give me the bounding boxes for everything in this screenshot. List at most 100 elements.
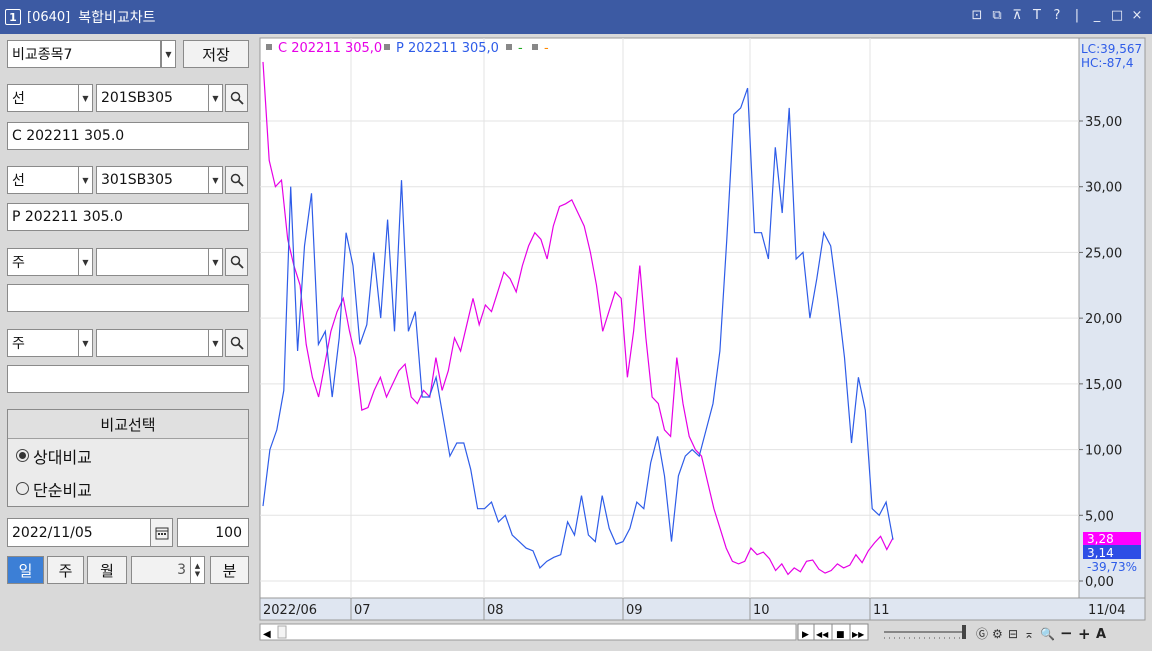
stepper-arrows-icon[interactable]: ▲ ▼ bbox=[190, 556, 205, 584]
row3-code-field[interactable] bbox=[96, 248, 209, 276]
search-icon[interactable] bbox=[225, 84, 248, 112]
row4-name-field[interactable] bbox=[7, 365, 249, 393]
y-tick-label: 10,00 bbox=[1085, 444, 1122, 459]
chevron-down-icon[interactable]: ▼ bbox=[208, 84, 223, 112]
date-field[interactable]: 2022/11/05 bbox=[7, 518, 151, 547]
period-week-button[interactable]: 주 bbox=[47, 556, 84, 584]
help-icon[interactable]: ? bbox=[1050, 8, 1064, 23]
chevron-down-icon[interactable]: ▼ bbox=[78, 84, 93, 112]
x-tick-label: 09 bbox=[626, 603, 643, 618]
legend-4-label: - bbox=[544, 41, 549, 56]
legend-3-label: - bbox=[518, 41, 523, 56]
radio-relative[interactable]: 상대비교 bbox=[8, 439, 248, 472]
x-tick-label: 08 bbox=[487, 603, 504, 618]
play-icon: ▶ bbox=[802, 630, 809, 640]
chevron-down-icon[interactable]: ▼ bbox=[208, 166, 223, 194]
row2-type-select[interactable]: 선 bbox=[7, 166, 79, 194]
c-last-value: 3,28 bbox=[1087, 532, 1114, 546]
zoom-icon[interactable]: 🔍 bbox=[1040, 626, 1055, 641]
zoom-in-icon[interactable]: + bbox=[1078, 625, 1091, 643]
calendar-icon[interactable] bbox=[150, 518, 173, 547]
y-tick-label: 30,00 bbox=[1085, 181, 1122, 196]
search-icon[interactable] bbox=[225, 329, 248, 357]
chart-svg[interactable]: 0,00 5,00 10,00 15,00 20,00 25,00 30,00 35,00 20… bbox=[256, 34, 1152, 651]
scroll-left-icon[interactable]: ◀ bbox=[263, 629, 271, 640]
legend-marker-p bbox=[384, 44, 390, 50]
window-controls: ⊡ ⧉ ⊼ T ? | _ □ × bbox=[970, 8, 1144, 23]
horizontal-scrollbar[interactable] bbox=[259, 623, 797, 641]
group-select[interactable]: 비교종목7 bbox=[7, 40, 161, 68]
radio-simple[interactable]: 단순비교 bbox=[8, 472, 248, 505]
screen-code: [0640] bbox=[27, 9, 71, 25]
chevron-down-icon[interactable]: ▼ bbox=[208, 248, 223, 276]
forward-icon: ▶▶ bbox=[852, 630, 865, 639]
font-icon[interactable]: A bbox=[1096, 627, 1106, 642]
close-icon[interactable]: × bbox=[1130, 8, 1144, 23]
rewind-icon: ◀◀ bbox=[816, 630, 829, 639]
minute-stepper[interactable]: 3 bbox=[131, 556, 191, 584]
x-tick-label: 07 bbox=[354, 603, 371, 618]
x-axis-panel bbox=[259, 597, 1146, 621]
zoom-slider-handle[interactable] bbox=[962, 625, 966, 639]
p-last-value: 3,14 bbox=[1087, 546, 1114, 560]
legend-p-label: P 202211 305,0 bbox=[396, 41, 499, 56]
legend-marker-3 bbox=[506, 44, 512, 50]
row4-code-field[interactable] bbox=[96, 329, 209, 357]
chevron-down-icon[interactable]: ▼ bbox=[78, 166, 93, 194]
window-icon[interactable]: ⊟ bbox=[1008, 627, 1018, 641]
maximize-icon[interactable]: □ bbox=[1110, 8, 1124, 23]
x-tick-label: 10 bbox=[753, 603, 770, 618]
row1-type-select[interactable]: 선 bbox=[7, 84, 79, 112]
row1-code-field[interactable]: 201SB305 bbox=[96, 84, 209, 112]
row3-name-field[interactable] bbox=[7, 284, 249, 312]
row2-code-field[interactable]: 301SB305 bbox=[96, 166, 209, 194]
row2-name-field[interactable]: P 202211 305.0 bbox=[7, 203, 249, 231]
y-tick-label: 15,00 bbox=[1085, 378, 1122, 393]
settings-icon[interactable]: ⚙ bbox=[992, 627, 1003, 641]
divider: | bbox=[1074, 8, 1080, 23]
radio-simple-label: 단순비교 bbox=[33, 480, 92, 500]
text-icon[interactable]: T bbox=[1030, 8, 1044, 23]
period-day-button[interactable]: 일 bbox=[7, 556, 44, 584]
x-axis-last-date: 11/04 bbox=[1088, 603, 1125, 618]
chevron-down-icon[interactable]: ▼ bbox=[78, 329, 93, 357]
search-icon[interactable] bbox=[225, 166, 248, 194]
period-month-button[interactable]: 월 bbox=[87, 556, 127, 584]
row3-type-select[interactable]: 주 bbox=[7, 248, 79, 276]
period-minute-button[interactable]: 분 bbox=[210, 556, 249, 584]
row4-type-select[interactable]: 주 bbox=[7, 329, 79, 357]
window-number-badge: 1 bbox=[5, 9, 21, 25]
radio-selected-icon[interactable] bbox=[16, 449, 29, 462]
toolbar: Ⓖ ⚙ ⊟ ⌅ 🔍 − + A bbox=[976, 624, 1106, 643]
nav-controls: ▶ ◀◀ ■ ▶▶ bbox=[797, 623, 869, 641]
save-button[interactable]: 저장 bbox=[183, 40, 249, 68]
radio-unselected-icon[interactable] bbox=[16, 482, 29, 495]
restore-icon[interactable]: ⊡ bbox=[970, 8, 984, 23]
legend-marker-4 bbox=[532, 44, 538, 50]
chevron-down-icon[interactable]: ▼ bbox=[78, 248, 93, 276]
legend-c-label: C 202211 305,0 bbox=[278, 41, 382, 56]
scroll-thumb[interactable] bbox=[277, 625, 287, 639]
row1-name-field[interactable]: C 202211 305.0 bbox=[7, 122, 249, 150]
lc-label: LC:39,567 bbox=[1081, 42, 1142, 56]
search-icon[interactable] bbox=[225, 248, 248, 276]
y-tick-label: 0,00 bbox=[1085, 575, 1114, 590]
crosshair-icon[interactable]: Ⓖ bbox=[976, 627, 988, 641]
detach-icon[interactable]: ⧉ bbox=[990, 8, 1004, 23]
chevron-down-icon[interactable]: ▼ bbox=[161, 40, 176, 68]
stop-icon: ■ bbox=[836, 630, 845, 640]
minimize-icon[interactable]: _ bbox=[1090, 8, 1104, 23]
pin-icon[interactable]: ⊼ bbox=[1010, 8, 1024, 23]
zoom-out-icon[interactable]: − bbox=[1060, 624, 1073, 642]
compare-select-group: 비교선택 상대비교 단순비교 bbox=[7, 409, 249, 507]
cursor-icon[interactable]: ⌅ bbox=[1024, 627, 1034, 641]
count-field[interactable]: 100 bbox=[177, 518, 249, 547]
y-tick-label: 20,00 bbox=[1085, 312, 1122, 327]
y-tick-label: 25,00 bbox=[1085, 246, 1122, 261]
change-percent: -39,73% bbox=[1087, 560, 1137, 574]
radio-relative-label: 상대비교 bbox=[33, 447, 92, 467]
y-tick-label: 5,00 bbox=[1085, 509, 1114, 524]
chevron-down-icon[interactable]: ▼ bbox=[208, 329, 223, 357]
x-tick-label: 11 bbox=[873, 603, 890, 618]
compare-select-header: 비교선택 bbox=[8, 410, 248, 439]
